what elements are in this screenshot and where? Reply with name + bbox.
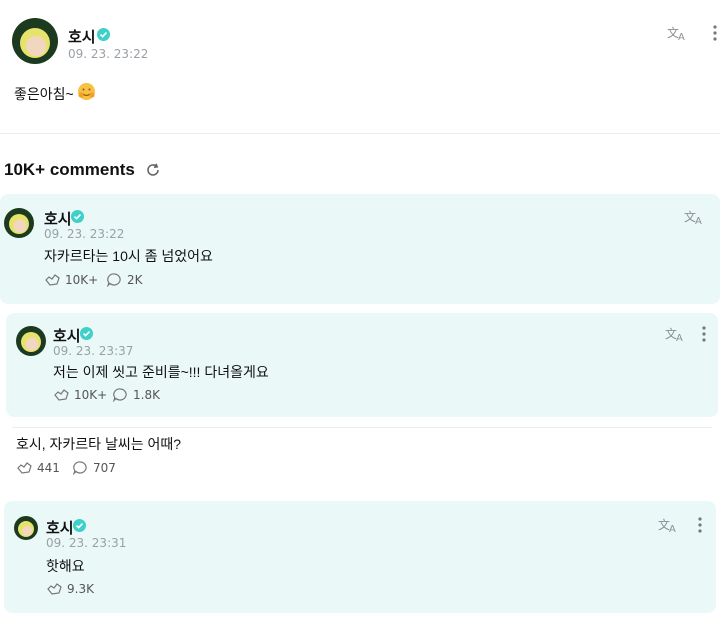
reply-count: 707 xyxy=(93,460,116,475)
reply-icon xyxy=(112,388,127,402)
reply-icon xyxy=(72,461,87,475)
verified-badge-icon xyxy=(73,519,86,532)
reply-card: 호시 09. 23. 23:37 文A 저는 이제 씻고 준비를~!!! 다녀올… xyxy=(6,313,718,417)
translate-icon[interactable]: 文A xyxy=(667,24,689,42)
comment: 호시, 자카르타 날씨는 어때? 441 707 xyxy=(0,428,720,490)
author-name[interactable]: 호시 xyxy=(68,26,96,47)
comment-time: 09. 23. 23:22 xyxy=(44,227,125,241)
post-time: 09. 23. 23:22 xyxy=(68,47,149,61)
author-name[interactable]: 호시 xyxy=(46,517,74,538)
like-button[interactable]: 9.3K xyxy=(46,581,94,596)
like-icon xyxy=(47,583,62,595)
reply-count: 2K xyxy=(127,272,143,287)
comment-time: 09. 23. 23:31 xyxy=(46,536,127,550)
more-vertical-icon[interactable] xyxy=(701,325,707,343)
like-button[interactable]: 10K+ xyxy=(53,387,107,402)
verified-badge-icon xyxy=(80,327,93,340)
more-vertical-icon[interactable] xyxy=(712,24,718,42)
svg-text:A: A xyxy=(695,216,702,226)
like-count: 10K+ xyxy=(65,272,99,287)
reply-icon xyxy=(106,273,121,287)
svg-text:A: A xyxy=(669,524,676,534)
comment-text: 핫해요 xyxy=(46,558,85,574)
like-icon xyxy=(17,462,32,474)
comment-text: 호시, 자카르타 날씨는 어때? xyxy=(16,436,182,452)
like-button[interactable]: 10K+ xyxy=(44,272,98,287)
reply-button[interactable]: 1.8K xyxy=(112,387,160,402)
comments-count-heading: 10K+ comments xyxy=(4,160,135,179)
like-button[interactable]: 441 xyxy=(16,460,60,475)
comment-text: 자카르타는 10시 좀 넘었어요 xyxy=(44,248,213,264)
reply-button[interactable]: 707 xyxy=(72,460,116,475)
svg-text:A: A xyxy=(678,32,685,42)
more-vertical-icon[interactable] xyxy=(697,516,703,534)
translate-icon[interactable]: 文A xyxy=(658,516,680,534)
like-count: 441 xyxy=(37,460,60,475)
like-count: 9.3K xyxy=(67,581,94,596)
post: 호시 09. 23. 23:22 文A 좋은아침~ xyxy=(0,0,720,134)
post-text: 좋은아침~ xyxy=(14,86,74,102)
reply-card: 호시 09. 23. 23:31 文A 핫해요 9.3K xyxy=(4,501,716,613)
avatar[interactable] xyxy=(4,208,34,238)
like-icon xyxy=(54,389,69,401)
avatar[interactable] xyxy=(16,326,46,356)
like-count: 10K+ xyxy=(74,387,108,402)
verified-badge-icon xyxy=(71,210,84,223)
translate-icon[interactable]: 文A xyxy=(684,208,706,226)
hug-emoji-icon xyxy=(78,83,95,100)
author-name[interactable]: 호시 xyxy=(44,208,72,229)
verified-badge-icon xyxy=(97,28,110,41)
author-name[interactable]: 호시 xyxy=(53,325,81,346)
svg-text:A: A xyxy=(676,333,683,343)
reply-button[interactable]: 2K xyxy=(106,272,143,287)
reply-count: 1.8K xyxy=(133,387,160,402)
comment-time: 09. 23. 23:37 xyxy=(53,344,134,358)
comment-card: 호시 09. 23. 23:22 文A 자카르타는 10시 좀 넘었어요 10K… xyxy=(0,194,720,304)
translate-icon[interactable]: 文A xyxy=(665,325,687,343)
refresh-icon[interactable] xyxy=(145,162,161,178)
like-icon xyxy=(45,274,60,286)
avatar[interactable] xyxy=(14,516,38,540)
avatar[interactable] xyxy=(12,18,58,64)
comment-text: 저는 이제 씻고 준비를~!!! 다녀올게요 xyxy=(53,364,269,380)
